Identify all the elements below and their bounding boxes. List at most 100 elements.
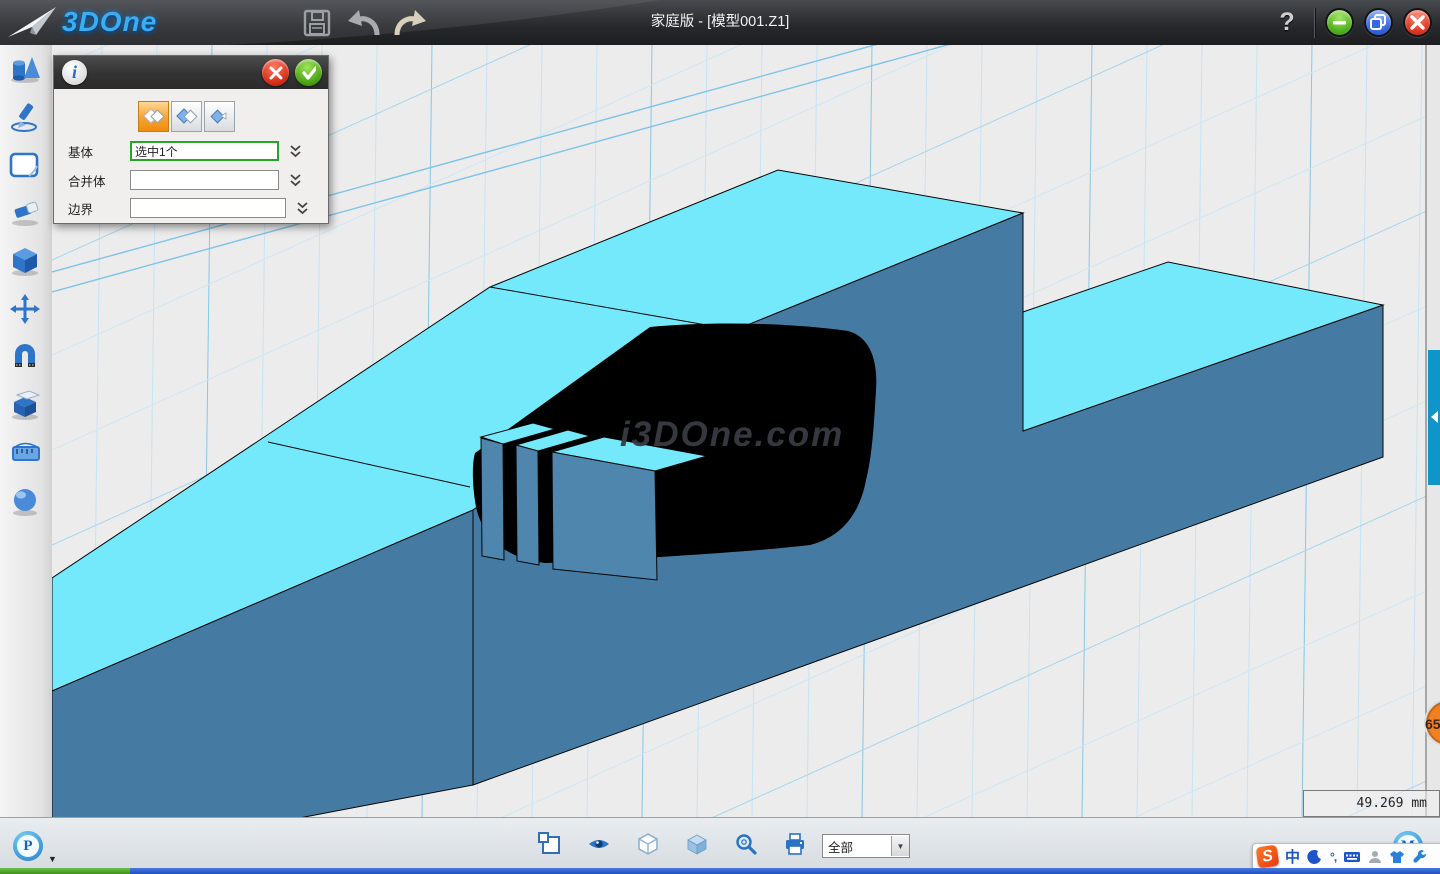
left-toolbar <box>0 45 53 817</box>
close-button[interactable] <box>1403 8 1432 37</box>
merge-input[interactable] <box>130 170 279 190</box>
measurement-value: 49.269 mm <box>1357 796 1427 811</box>
paper-plane-icon <box>6 3 58 41</box>
measurement-readout: 49.269 mm <box>1303 790 1440 817</box>
save-button[interactable] <box>300 6 334 40</box>
zoom-search-button[interactable] <box>734 832 758 856</box>
bottom-toolbar: P ▼ <box>0 817 1440 869</box>
mode-boundary-button[interactable] <box>204 101 235 132</box>
shaded-view-button[interactable] <box>685 832 709 856</box>
view-controls <box>538 832 807 856</box>
field-label-base: 基体 <box>68 142 130 161</box>
model-fin3-front[interactable] <box>552 452 657 580</box>
print-button[interactable] <box>783 832 807 856</box>
mode-merge-button[interactable] <box>171 101 202 132</box>
field-row-merge: 合并体 <box>68 169 304 191</box>
magnet-icon <box>9 341 43 373</box>
shaded-view-icon <box>685 832 709 856</box>
model-fin2-front[interactable] <box>516 445 539 565</box>
cube-icon <box>9 245 43 277</box>
field-row-base: 基体 <box>68 140 304 162</box>
help-button[interactable]: ? <box>1270 7 1304 38</box>
wrench-icon[interactable] <box>1412 849 1427 864</box>
sidebar-item-sketch-plane[interactable] <box>0 141 52 189</box>
taskbar-segment <box>130 868 1440 874</box>
redo-button[interactable] <box>392 6 426 40</box>
skin-shirt-icon[interactable] <box>1389 850 1405 864</box>
user-icon[interactable] <box>1368 850 1382 864</box>
chevron-down-icon[interactable]: ▼ <box>891 836 909 856</box>
ruler-icon <box>9 437 43 469</box>
pencil-sketch-icon <box>9 101 43 133</box>
open-box-icon <box>9 389 43 421</box>
sidebar-item-primitive-solids[interactable] <box>0 45 52 93</box>
field-label-merge: 合并体 <box>68 171 130 190</box>
confirm-button[interactable] <box>295 59 322 86</box>
project-badge-caret[interactable]: ▼ <box>48 854 57 864</box>
visibility-button[interactable] <box>587 832 611 856</box>
save-icon <box>302 8 332 38</box>
sogou-logo[interactable]: S <box>1256 845 1280 869</box>
wireframe-view-button[interactable] <box>636 832 660 856</box>
punctuation-icon[interactable]: °, <box>1330 850 1336 864</box>
sidebar-item-sketch[interactable] <box>0 93 52 141</box>
plane-corner-button[interactable] <box>538 832 562 856</box>
sidebar-item-assembly[interactable] <box>0 333 52 381</box>
sidebar-item-transform[interactable] <box>0 285 52 333</box>
base-input[interactable] <box>130 141 279 161</box>
project-badge-letter: P <box>17 835 39 857</box>
chinese-mode-label[interactable]: 中 <box>1285 846 1300 867</box>
double-chevron-down-icon[interactable] <box>287 144 304 159</box>
os-taskbar-sliver <box>0 868 1440 874</box>
tool-dialog: i <box>53 55 329 224</box>
model-fin1-front[interactable] <box>481 438 504 560</box>
mode-button-row <box>138 101 235 132</box>
project-badge[interactable]: P <box>13 831 43 861</box>
app-logo-text: 3DOne <box>62 6 157 38</box>
display-filter-value: 全部 <box>823 837 891 856</box>
moon-icon[interactable] <box>1307 849 1323 865</box>
title-bar: 3DOne <box>0 0 1440 46</box>
eraser-icon <box>9 197 43 229</box>
double-chevron-down-icon[interactable] <box>294 201 311 216</box>
sphere-icon <box>9 485 43 517</box>
close-icon <box>1405 10 1430 35</box>
ime-toolbar: S 中 °, <box>1252 843 1440 870</box>
sidebar-item-measure[interactable] <box>0 429 52 477</box>
boundary-input[interactable] <box>130 198 286 218</box>
minimize-icon <box>1327 10 1352 35</box>
double-diamond-white-icon <box>142 107 166 127</box>
dialog-titlebar[interactable]: i <box>54 56 328 89</box>
titlebar-swoosh <box>0 0 1440 45</box>
print-icon <box>783 832 807 856</box>
sidebar-item-feature[interactable] <box>0 237 52 285</box>
wireframe-view-icon <box>636 832 660 856</box>
redo-icon <box>392 7 426 39</box>
taskbar-start-segment <box>0 868 130 874</box>
app-logo: 3DOne <box>6 3 157 41</box>
undo-button[interactable] <box>346 6 380 40</box>
move-arrows-icon <box>9 293 43 325</box>
display-filter-select[interactable]: 全部 ▼ <box>822 834 910 858</box>
restore-icon <box>1366 10 1391 35</box>
undo-icon <box>346 7 380 39</box>
cancel-button[interactable] <box>262 59 289 86</box>
mode-base-button[interactable] <box>138 101 169 132</box>
rounded-plane-icon <box>9 149 43 181</box>
double-chevron-down-icon[interactable] <box>287 173 304 188</box>
app-window: 3DOne <box>0 0 1440 874</box>
visibility-eye-icon <box>587 832 611 856</box>
field-label-boundary: 边界 <box>68 199 130 218</box>
restore-button[interactable] <box>1364 8 1393 37</box>
notify-badge-count: 65 <box>1425 716 1440 732</box>
sidebar-item-render[interactable] <box>0 477 52 525</box>
double-diamond-blue-icon <box>175 107 199 127</box>
sidebar-item-edit-sweep[interactable] <box>0 189 52 237</box>
zoom-magnifier-icon <box>734 832 758 856</box>
info-icon: i <box>62 60 87 85</box>
confirm-check-icon <box>301 65 316 81</box>
titlebar-separator <box>1314 8 1315 38</box>
minimize-button[interactable] <box>1325 8 1354 37</box>
sidebar-item-combine[interactable] <box>0 381 52 429</box>
keyboard-icon[interactable] <box>1343 850 1361 864</box>
